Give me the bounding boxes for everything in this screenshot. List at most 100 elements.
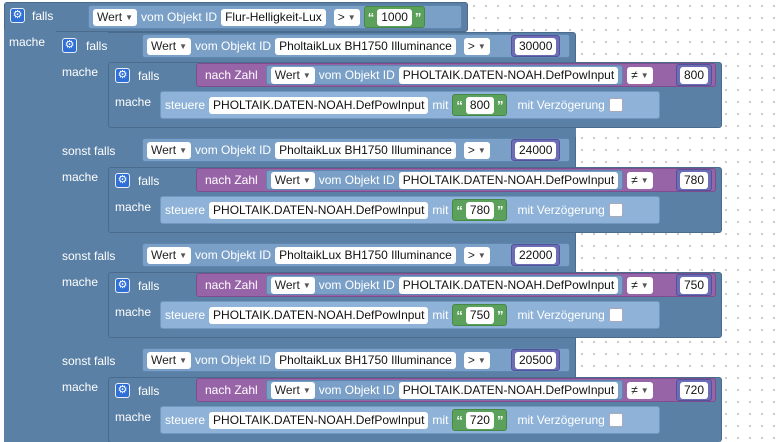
wert-dropdown[interactable]: Wert ▼ bbox=[147, 246, 192, 264]
threshold-field[interactable]: 24000 bbox=[515, 141, 557, 159]
threshold-field[interactable]: 22000 bbox=[515, 246, 557, 264]
gear-icon[interactable]: ⚙ bbox=[10, 8, 25, 23]
value-of-object-block[interactable]: Wert ▼ vom Objekt ID PHOLTAIK.DATEN-NOAH.… bbox=[265, 170, 624, 190]
vom-objekt-label: vom Objekt ID bbox=[195, 39, 272, 53]
set-value-field[interactable]: 750 bbox=[465, 306, 494, 324]
threshold-field[interactable]: 30000 bbox=[515, 37, 557, 55]
gear-icon[interactable]: ⚙ bbox=[115, 173, 130, 188]
wert-dropdown[interactable]: Wert ▼ bbox=[147, 37, 192, 55]
value-of-object-block[interactable]: Wert ▼ vom Objekt ID PHOLTAIK.DATEN-NOAH.… bbox=[265, 275, 624, 295]
set-value-field[interactable]: 800 bbox=[465, 96, 494, 114]
close-quote-icon: ” bbox=[496, 97, 504, 113]
steuere-label: steuere bbox=[165, 203, 206, 217]
compare-field[interactable]: 800 bbox=[680, 66, 709, 84]
compare-field[interactable]: 750 bbox=[680, 276, 709, 294]
object-id-field[interactable]: PholtaikLux BH1750 Illuminance bbox=[275, 141, 456, 159]
compare-field[interactable]: 720 bbox=[680, 381, 709, 399]
compare-number-block[interactable]: 780 bbox=[676, 169, 713, 191]
string-literal-block[interactable]: “ 750 ” bbox=[452, 304, 508, 326]
object-id-field[interactable]: PholtaikLux BH1750 Illuminance bbox=[275, 246, 456, 264]
delay-checkbox[interactable] bbox=[608, 413, 623, 427]
operator-dropdown[interactable]: ≠ ▼ bbox=[627, 276, 653, 294]
value-of-object-block[interactable]: Wert ▼ vom Objekt ID PHOLTAIK.DATEN-NOAH.… bbox=[265, 65, 624, 85]
nach-zahl-block[interactable]: nach Zahl Wert ▼ vom Objekt ID PHOLTAIK.D… bbox=[196, 378, 716, 402]
wert-dropdown[interactable]: Wert ▼ bbox=[270, 66, 315, 84]
wert-dropdown[interactable]: Wert ▼ bbox=[93, 8, 138, 26]
string-value-field[interactable]: 1000 bbox=[377, 8, 412, 26]
string-literal-block[interactable]: “ 780 ” bbox=[452, 199, 508, 221]
operator-dropdown[interactable]: ≠ ▼ bbox=[627, 171, 653, 189]
branch-mache-label: mache bbox=[62, 65, 99, 79]
outer-condition-bar[interactable]: Wert ▼ vom Objekt ID Flur-Helligkeit-Lux … bbox=[88, 5, 462, 29]
steuere-block[interactable]: steuere PHOLTAIK.DATEN-NOAH.DefPowInput … bbox=[160, 406, 660, 434]
gear-icon[interactable]: ⚙ bbox=[115, 278, 130, 293]
threshold-number-block[interactable]: 20500 bbox=[511, 349, 561, 371]
compare-field[interactable]: 780 bbox=[680, 171, 709, 189]
threshold-number-block[interactable]: 24000 bbox=[511, 139, 561, 161]
delay-label: mit Verzögerung bbox=[517, 203, 605, 217]
branch-mache-label: mache bbox=[62, 275, 99, 289]
steuere-block[interactable]: steuere PHOLTAIK.DATEN-NOAH.DefPowInput … bbox=[160, 196, 660, 224]
steuere-object-field[interactable]: PHOLTAIK.DATEN-NOAH.DefPowInput bbox=[209, 201, 429, 219]
object-id-field[interactable]: PHOLTAIK.DATEN-NOAH.DefPowInput bbox=[398, 381, 619, 399]
operator-dropdown[interactable]: ≠ ▼ bbox=[627, 66, 653, 84]
steuere-object-field[interactable]: PHOLTAIK.DATEN-NOAH.DefPowInput bbox=[209, 96, 429, 114]
object-id-field[interactable]: PholtaikLux BH1750 Illuminance bbox=[275, 351, 456, 369]
delay-checkbox[interactable] bbox=[608, 308, 623, 322]
operator-dropdown[interactable]: ≠ ▼ bbox=[627, 381, 653, 399]
sonst-falls-label: sonst falls bbox=[62, 354, 116, 368]
string-literal-block[interactable]: “ 720 ” bbox=[452, 409, 508, 431]
operator-dropdown[interactable]: > ▼ bbox=[463, 246, 490, 264]
branch-condition-row[interactable]: Wert ▼ vom Objekt ID PholtaikLux BH1750 I… bbox=[142, 34, 570, 58]
wert-dropdown[interactable]: Wert ▼ bbox=[147, 351, 192, 369]
compare-number-block[interactable]: 720 bbox=[676, 379, 713, 401]
gear-icon[interactable]: ⚙ bbox=[115, 68, 130, 83]
steuere-block[interactable]: steuere PHOLTAIK.DATEN-NOAH.DefPowInput … bbox=[160, 301, 660, 329]
steuere-object-field[interactable]: PHOLTAIK.DATEN-NOAH.DefPowInput bbox=[209, 411, 429, 429]
operator-dropdown[interactable]: > ▼ bbox=[463, 37, 490, 55]
chevron-down-icon: ▼ bbox=[125, 12, 134, 22]
object-id-field[interactable]: PHOLTAIK.DATEN-NOAH.DefPowInput bbox=[398, 66, 619, 84]
nach-zahl-block[interactable]: nach Zahl Wert ▼ vom Objekt ID PHOLTAIK.D… bbox=[196, 168, 716, 192]
compare-number-block[interactable]: 750 bbox=[676, 274, 713, 296]
compare-number-block[interactable]: 800 bbox=[676, 64, 713, 86]
vom-objekt-label: vom Objekt ID bbox=[141, 10, 218, 24]
threshold-field[interactable]: 20500 bbox=[515, 351, 557, 369]
close-quote-icon: ” bbox=[496, 202, 504, 218]
object-id-field[interactable]: PHOLTAIK.DATEN-NOAH.DefPowInput bbox=[398, 171, 619, 189]
threshold-number-block[interactable]: 30000 bbox=[511, 35, 561, 57]
set-value-field[interactable]: 780 bbox=[465, 201, 494, 219]
branch-condition-row[interactable]: Wert ▼ vom Objekt ID PholtaikLux BH1750 I… bbox=[142, 348, 570, 372]
wert-dropdown[interactable]: Wert ▼ bbox=[270, 381, 315, 399]
steuere-block[interactable]: steuere PHOLTAIK.DATEN-NOAH.DefPowInput … bbox=[160, 91, 660, 119]
branch-condition-row[interactable]: Wert ▼ vom Objekt ID PholtaikLux BH1750 I… bbox=[142, 138, 570, 162]
delay-checkbox[interactable] bbox=[608, 98, 623, 112]
branch-mache-label: mache bbox=[62, 380, 99, 394]
nach-zahl-block[interactable]: nach Zahl Wert ▼ vom Objekt ID PHOLTAIK.D… bbox=[196, 273, 716, 297]
nested-mache-label: mache bbox=[115, 410, 152, 424]
set-value-field[interactable]: 720 bbox=[465, 411, 494, 429]
branch-condition-row[interactable]: Wert ▼ vom Objekt ID PholtaikLux BH1750 I… bbox=[142, 243, 570, 267]
steuere-object-field[interactable]: PHOLTAIK.DATEN-NOAH.DefPowInput bbox=[209, 306, 429, 324]
string-literal-block[interactable]: “ 1000 ” bbox=[363, 6, 426, 28]
wert-dropdown[interactable]: Wert ▼ bbox=[270, 171, 315, 189]
chevron-down-icon: ▼ bbox=[640, 70, 649, 80]
nach-zahl-block[interactable]: nach Zahl Wert ▼ vom Objekt ID PHOLTAIK.D… bbox=[196, 63, 716, 87]
value-of-object-block[interactable]: Wert ▼ vom Objekt ID PHOLTAIK.DATEN-NOAH.… bbox=[265, 380, 624, 400]
operator-dropdown[interactable]: > ▼ bbox=[463, 351, 490, 369]
nested-falls-label: falls bbox=[138, 384, 160, 398]
delay-label: mit Verzögerung bbox=[517, 413, 605, 427]
threshold-number-block[interactable]: 22000 bbox=[511, 244, 561, 266]
gear-icon[interactable]: ⚙ bbox=[62, 38, 77, 53]
operator-dropdown[interactable]: > ▼ bbox=[463, 141, 490, 159]
gear-icon[interactable]: ⚙ bbox=[115, 383, 130, 398]
wert-dropdown[interactable]: Wert ▼ bbox=[270, 276, 315, 294]
object-id-field[interactable]: Flur-Helligkeit-Lux bbox=[221, 8, 326, 26]
string-literal-block[interactable]: “ 800 ” bbox=[452, 94, 508, 116]
chevron-down-icon: ▼ bbox=[302, 70, 311, 80]
wert-dropdown[interactable]: Wert ▼ bbox=[147, 141, 192, 159]
object-id-field[interactable]: PholtaikLux BH1750 Illuminance bbox=[275, 37, 456, 55]
object-id-field[interactable]: PHOLTAIK.DATEN-NOAH.DefPowInput bbox=[398, 276, 619, 294]
delay-checkbox[interactable] bbox=[608, 203, 623, 217]
operator-dropdown[interactable]: > ▼ bbox=[333, 8, 360, 26]
